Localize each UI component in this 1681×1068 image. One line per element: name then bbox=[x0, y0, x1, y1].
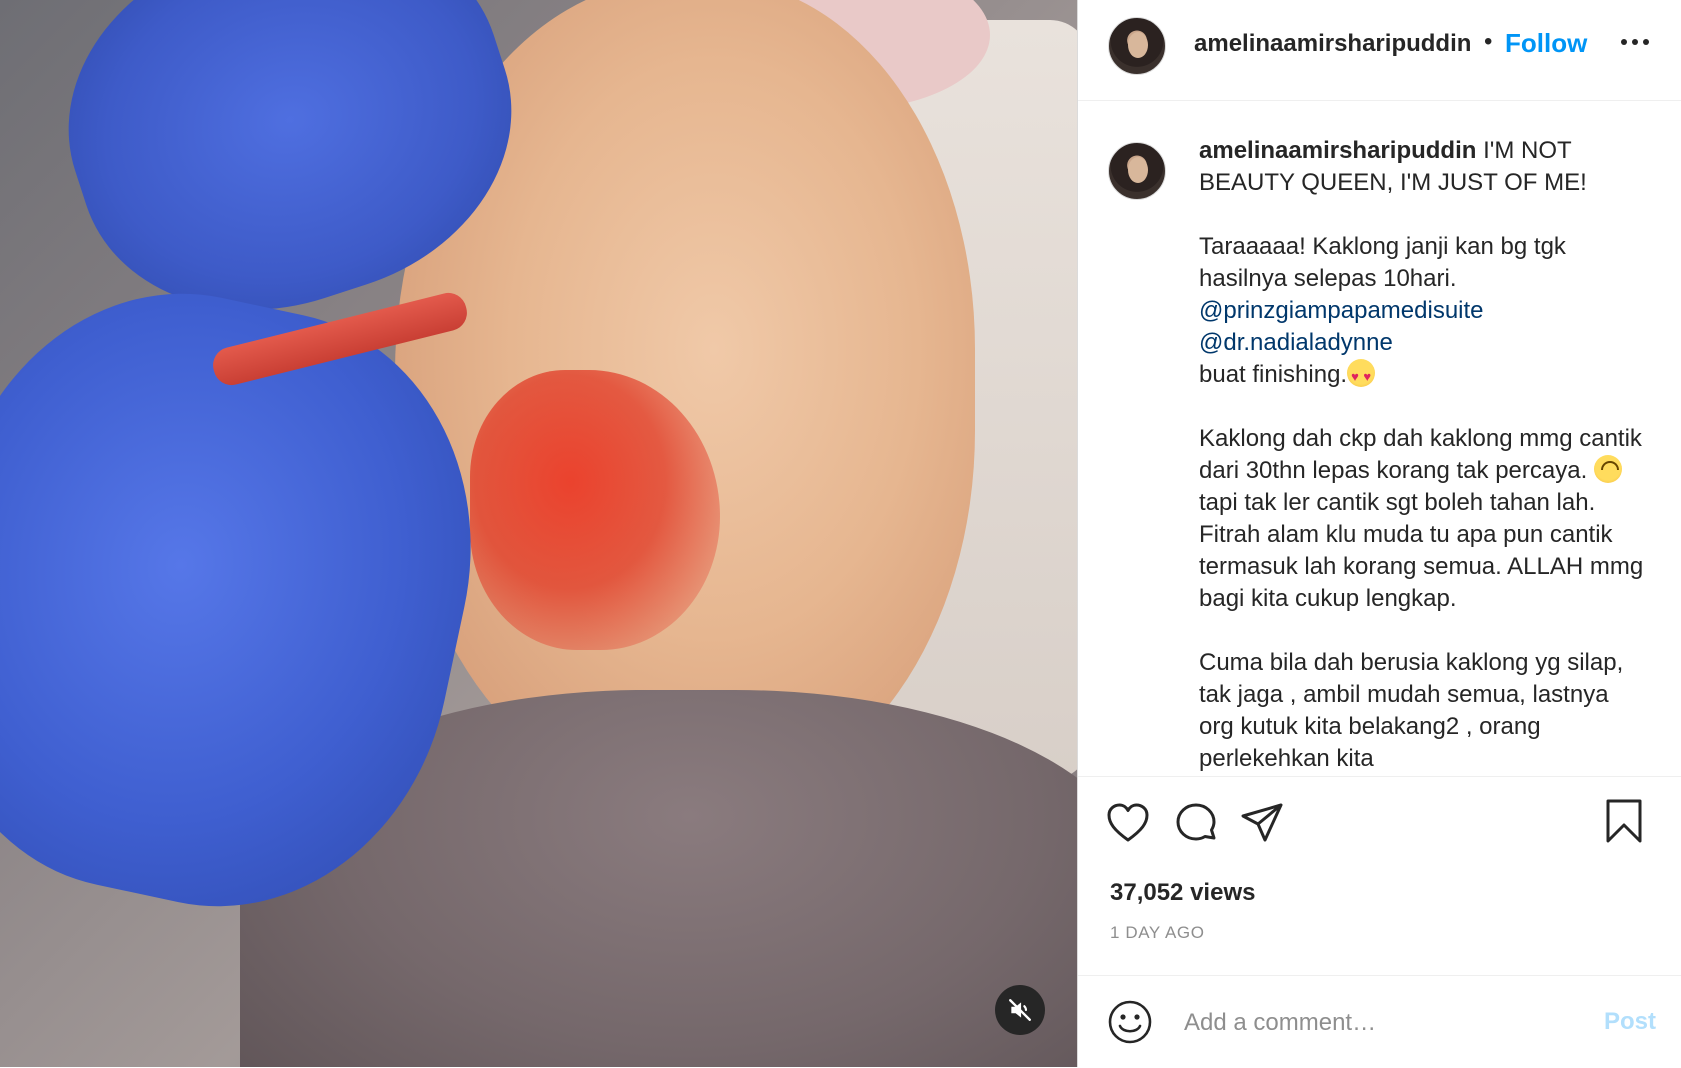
mention-link[interactable]: @dr.nadialadynne bbox=[1199, 329, 1393, 356]
avatar[interactable] bbox=[1108, 17, 1166, 75]
heart-eyes-emoji bbox=[1347, 359, 1376, 393]
muted-speaker-icon bbox=[1009, 999, 1031, 1021]
action-bar: 37,052 views 1 DAY AGO bbox=[1078, 776, 1681, 977]
more-options-button[interactable] bbox=[1615, 22, 1655, 62]
post-side-panel: amelinaamirsharipuddin • Follow amelinaa… bbox=[1077, 0, 1681, 1067]
mute-button[interactable] bbox=[995, 985, 1045, 1035]
caption-username[interactable]: amelinaamirsharipuddin bbox=[1199, 137, 1476, 164]
separator-dot: • bbox=[1484, 28, 1493, 55]
username-link[interactable]: amelinaamirsharipuddin bbox=[1194, 30, 1471, 58]
smiley-icon[interactable] bbox=[1106, 998, 1154, 1046]
post-header: amelinaamirsharipuddin • Follow bbox=[1078, 0, 1681, 101]
post-comment-button[interactable]: Post bbox=[1604, 1008, 1656, 1036]
caption-paragraph-3: Cuma bila dah berusia kaklong yg silap, … bbox=[1199, 649, 1630, 772]
heart-icon[interactable] bbox=[1104, 799, 1152, 847]
more-options-icon bbox=[1621, 39, 1649, 45]
bookmark-icon[interactable] bbox=[1600, 797, 1648, 845]
views-count[interactable]: 37,052 views bbox=[1110, 879, 1255, 907]
caption-line: buat finishing. bbox=[1199, 361, 1348, 388]
mention-link[interactable]: @prinzgiampapamedisuite bbox=[1199, 297, 1484, 324]
caption: amelinaamirsharipuddin I'M NOT BEAUTY QU… bbox=[1199, 135, 1649, 775]
comment-input[interactable] bbox=[1182, 1000, 1566, 1046]
caption-area: amelinaamirsharipuddin I'M NOT BEAUTY QU… bbox=[1078, 101, 1681, 775]
avatar[interactable] bbox=[1108, 142, 1166, 200]
comment-bar: Post bbox=[1078, 975, 1681, 1068]
caption-paragraph-2a: Kaklong dah ckp dah kaklong mmg cantik d… bbox=[1199, 425, 1649, 484]
follow-button[interactable]: Follow bbox=[1505, 28, 1587, 59]
comment-icon[interactable] bbox=[1172, 799, 1220, 847]
post-video[interactable] bbox=[0, 0, 1077, 1067]
upside-down-face-emoji bbox=[1593, 455, 1622, 483]
post-timestamp[interactable]: 1 DAY AGO bbox=[1110, 923, 1205, 943]
share-icon[interactable] bbox=[1238, 799, 1286, 847]
caption-paragraph-1: Taraaaaa! Kaklong janji kan bg tgk hasil… bbox=[1199, 233, 1573, 292]
